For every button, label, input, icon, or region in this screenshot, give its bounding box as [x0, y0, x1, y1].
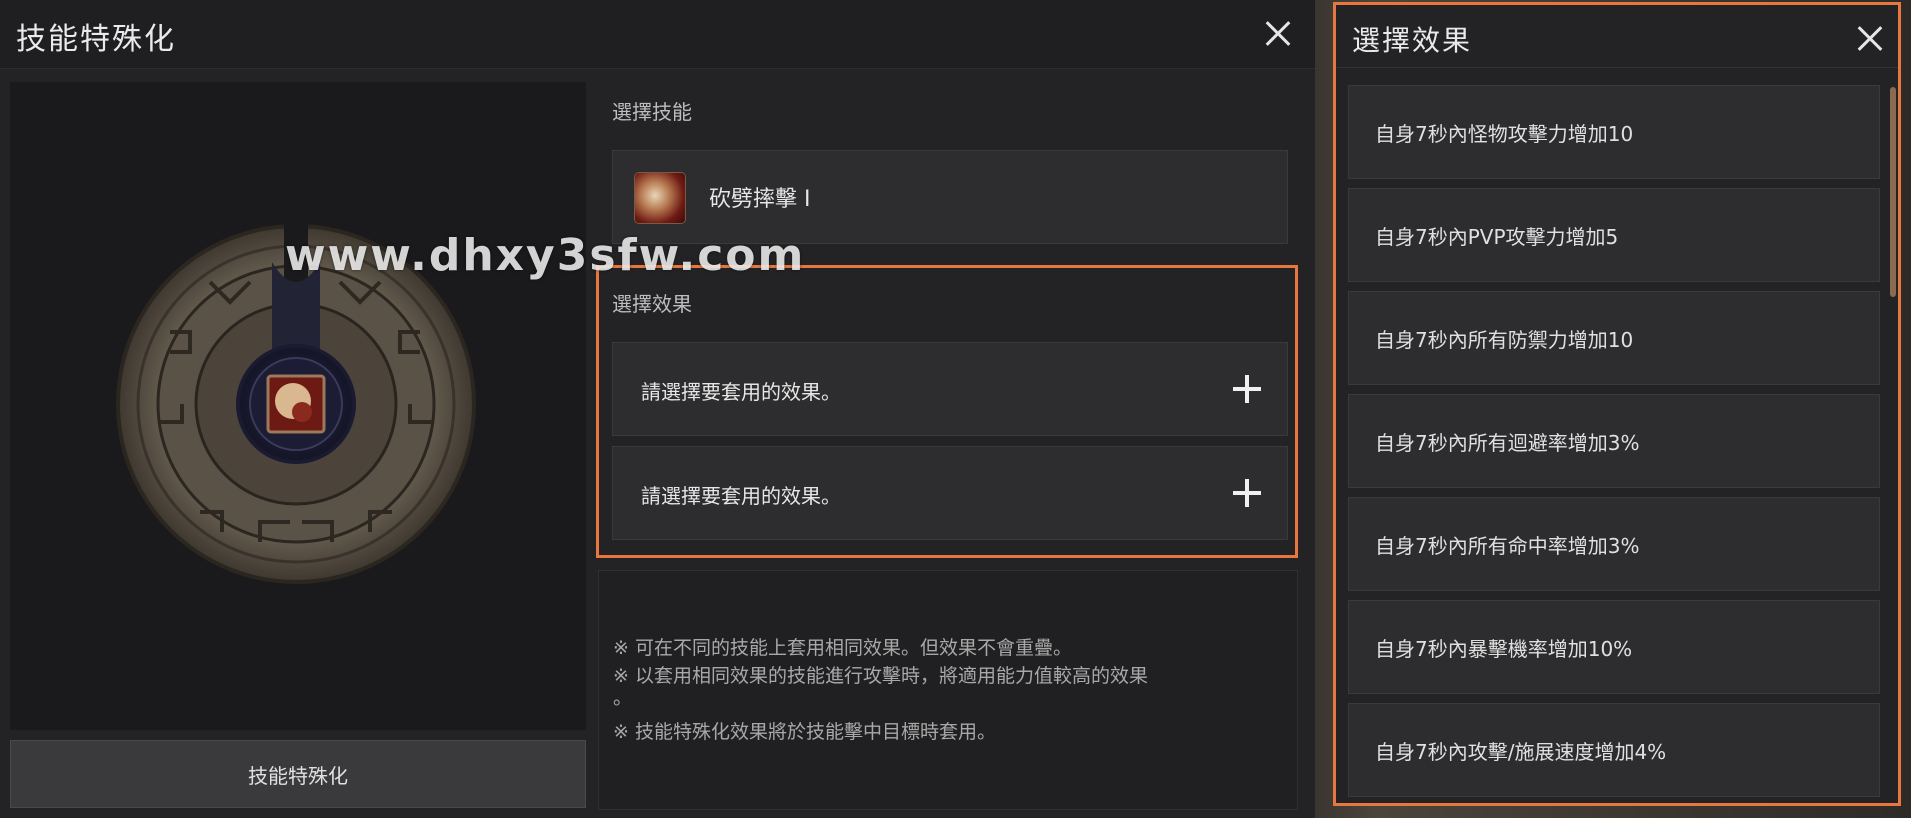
effect-slot-label: 請選擇要套用的效果。: [641, 484, 841, 508]
plus-icon[interactable]: [1233, 375, 1261, 403]
note-line: ※ 可在不同的技能上套用相同效果。但效果不會重疊。: [613, 637, 1072, 659]
effect-picker-title: 選擇效果: [1352, 24, 1473, 57]
close-icon[interactable]: [1258, 14, 1298, 54]
note-line: 。: [613, 687, 633, 709]
skill-icon: [635, 173, 685, 223]
select-skill-label: 選擇技能: [612, 100, 692, 124]
header-divider: [1336, 67, 1898, 68]
specialize-button[interactable]: 技能特殊化: [10, 740, 586, 808]
scrollbar[interactable]: [1890, 87, 1896, 297]
effect-option-label: 自身7秒內所有防禦力增加10: [1375, 328, 1634, 352]
note-line: ※ 技能特殊化效果將於技能擊中目標時套用。: [613, 721, 996, 743]
skill-wheel-area: [10, 82, 586, 730]
effect-option[interactable]: 自身7秒內所有命中率增加3%: [1348, 497, 1880, 591]
effect-slot-label: 請選擇要套用的效果。: [641, 380, 841, 404]
effect-option-label: 自身7秒內攻擊/施展速度增加4%: [1375, 740, 1667, 764]
effect-option[interactable]: 自身7秒內怪物攻擊力增加10: [1348, 85, 1880, 179]
effect-option[interactable]: 自身7秒內PVP攻擊力增加5: [1348, 188, 1880, 282]
window-title: 技能特殊化: [16, 22, 176, 57]
effect-option[interactable]: 自身7秒內所有迴避率增加3%: [1348, 394, 1880, 488]
effect-option[interactable]: 自身7秒內攻擊/施展速度增加4%: [1348, 703, 1880, 797]
effect-slot-1[interactable]: 請選擇要套用的效果。: [612, 342, 1288, 436]
note-line: ※ 以套用相同效果的技能進行攻擊時，將適用能力值較高的效果: [613, 665, 1148, 687]
effect-option-label: 自身7秒內PVP攻擊力增加5: [1375, 225, 1619, 249]
close-icon[interactable]: [1850, 19, 1890, 59]
effect-option[interactable]: 自身7秒內所有防禦力增加10: [1348, 291, 1880, 385]
select-effect-label: 選擇效果: [612, 292, 692, 316]
title-bar: 技能特殊化: [0, 0, 1315, 69]
skill-specialization-window: 技能特殊化 技能特殊化 選擇技能 砍劈摔擊 I 選擇效果 請選擇要套用的效果。 …: [0, 0, 1315, 818]
skill-wheel-image: [116, 220, 476, 584]
plus-icon[interactable]: [1233, 479, 1261, 507]
effect-slot-2[interactable]: 請選擇要套用的效果。: [612, 446, 1288, 540]
effect-option-label: 自身7秒內暴擊機率增加10%: [1375, 637, 1633, 661]
effect-option-label: 自身7秒內所有命中率增加3%: [1375, 534, 1640, 558]
skill-name: 砍劈摔擊 I: [709, 187, 811, 212]
watermark-text: www.dhxy3sfw.com: [285, 230, 806, 281]
notes-box: ※ 可在不同的技能上套用相同效果。但效果不會重疊。 ※ 以套用相同效果的技能進行…: [598, 570, 1298, 810]
effect-option-label: 自身7秒內所有迴避率增加3%: [1375, 431, 1640, 455]
effect-option-label: 自身7秒內怪物攻擊力增加10: [1375, 122, 1634, 146]
effect-option[interactable]: 自身7秒內暴擊機率增加10%: [1348, 600, 1880, 694]
effect-picker-panel: 選擇效果 自身7秒內怪物攻擊力增加10 自身7秒內PVP攻擊力增加5 自身7秒內…: [1333, 2, 1901, 806]
